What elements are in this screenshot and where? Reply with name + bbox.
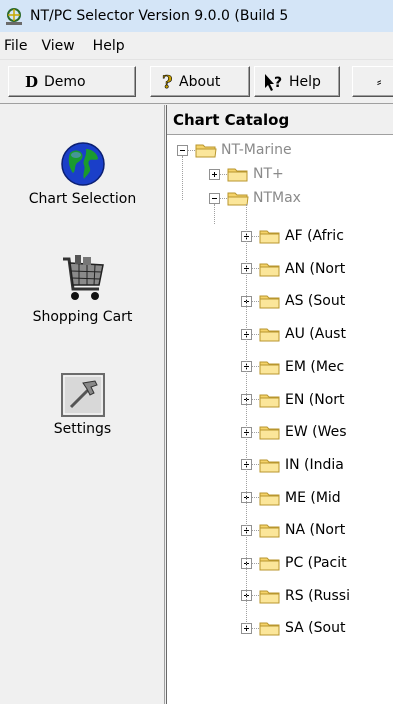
nav-shopping-cart-label: Shopping Cart	[32, 309, 133, 325]
tree-node-region[interactable]: RS (Russi	[241, 584, 350, 608]
navigation-sidebar: Chart Selection Shopping Cart Settings	[0, 105, 165, 704]
hammer-icon	[60, 373, 105, 417]
menu-help[interactable]: Help	[89, 32, 133, 60]
nav-settings-label: Settings	[53, 421, 112, 437]
demo-button-label: Demo	[44, 73, 86, 90]
chart-catalog-header: Chart Catalog	[167, 105, 393, 135]
tree-node-label: EW (Wes	[285, 424, 347, 441]
tree-node-region[interactable]: AF (Afric	[241, 224, 344, 248]
tree-node-label: RS (Russi	[285, 587, 350, 604]
tree-node-region[interactable]: AS (Sout	[241, 289, 345, 313]
folder-icon	[259, 328, 280, 342]
folder-icon	[259, 230, 280, 244]
expand-toggle-icon[interactable]	[209, 168, 220, 180]
compass-app-icon	[6, 8, 22, 25]
tree-node-group[interactable]: NT+	[209, 162, 284, 186]
svg-text:?: ?	[274, 75, 282, 91]
about-button[interactable]: ? About	[150, 66, 250, 97]
chart-catalog-tree[interactable]: NT-Marine NT+ NTMax AF (Afric AN (Nort AS …	[167, 136, 393, 704]
folder-icon	[259, 459, 280, 473]
menu-view[interactable]: View	[35, 32, 88, 60]
tree-node-label: NT-Marine	[221, 142, 292, 158]
nav-shopping-cart[interactable]: Shopping Cart	[0, 253, 165, 325]
nav-chart-selection[interactable]: Chart Selection	[0, 141, 165, 207]
tree-node-region[interactable]: EN (Nort	[241, 388, 345, 412]
svg-text:?: ?	[162, 72, 173, 92]
folder-icon	[227, 168, 248, 182]
tree-node-region[interactable]: SA (Sout	[241, 616, 345, 640]
tree-node-label: AN (Nort	[285, 260, 346, 277]
chart-catalog-panel: Chart Catalog NT-Marine NT+ NTMax AF (Af…	[166, 105, 393, 704]
tree-node-region[interactable]: EM (Mec	[241, 355, 344, 379]
tree-node-label: NTMax	[253, 190, 301, 206]
tree-node-region[interactable]: NA (Nort	[241, 518, 345, 542]
tree-node-label: EN (Nort	[285, 391, 345, 408]
folder-open-icon	[195, 144, 217, 158]
tree-node-root[interactable]: NT-Marine	[177, 138, 292, 162]
tree-node-label: NA (Nort	[285, 522, 346, 539]
tree-node-label: AS (Sout	[285, 293, 346, 310]
demo-button[interactable]: D Demo	[8, 66, 136, 97]
tree-node-group[interactable]: NTMax	[209, 186, 301, 210]
demo-letter-icon: D	[25, 72, 39, 91]
tree-node-region[interactable]: IN (India	[241, 453, 344, 477]
globe-icon	[60, 142, 105, 186]
tree-node-region[interactable]: AN (Nort	[241, 257, 345, 281]
tree-node-region[interactable]: EW (Wes	[241, 420, 347, 444]
tree-node-label: AU (Aust	[285, 326, 346, 343]
about-button-label: About	[179, 73, 221, 90]
folder-icon	[259, 361, 280, 375]
folder-icon	[259, 295, 280, 309]
partial-toolbar-button[interactable]: ⸗	[352, 66, 393, 97]
folder-icon	[259, 263, 280, 277]
folder-icon	[259, 557, 280, 571]
toolbar: D Demo ? About ? Help ⸗	[0, 60, 393, 104]
tree-node-label: PC (Pacit	[285, 555, 347, 571]
tree-node-label: ME (Mid	[285, 489, 341, 506]
folder-icon	[259, 394, 280, 407]
help-button-label: Help	[289, 73, 321, 90]
folder-icon	[259, 426, 280, 440]
tree-node-label: NT+	[253, 166, 284, 182]
menu-bar: File View Help	[0, 32, 393, 60]
shopping-cart-icon	[62, 255, 104, 300]
about-icon: ?	[161, 72, 175, 92]
folder-icon	[259, 590, 280, 604]
collapse-toggle-icon[interactable]	[177, 144, 188, 156]
window-title: NT/PC Selector Version 9.0.0 (Build 5	[30, 8, 289, 24]
help-button[interactable]: ? Help	[254, 66, 340, 97]
collapse-toggle-icon[interactable]	[209, 192, 220, 204]
folder-icon	[259, 622, 280, 636]
tree-node-label: IN (India	[285, 456, 344, 473]
tree-node-label: EM (Mec	[285, 358, 345, 375]
folder-icon	[259, 492, 280, 506]
tree-node-label: AF (Afric	[285, 228, 344, 244]
tree-node-label: SA (Sout	[285, 620, 346, 637]
tree-node-region[interactable]: PC (Pacit	[241, 551, 347, 575]
folder-icon	[259, 524, 280, 538]
tree-node-region[interactable]: AU (Aust	[241, 322, 346, 346]
nav-chart-selection-label: Chart Selection	[28, 191, 137, 207]
tree-node-region[interactable]: ME (Mid	[241, 486, 341, 510]
nav-settings[interactable]: Settings	[0, 373, 165, 437]
title-bar: NT/PC Selector Version 9.0.0 (Build 5	[0, 0, 393, 32]
menu-file[interactable]: File	[0, 32, 35, 60]
partial-button-icon: ⸗	[377, 74, 382, 90]
help-pointer-icon: ?	[263, 72, 285, 92]
